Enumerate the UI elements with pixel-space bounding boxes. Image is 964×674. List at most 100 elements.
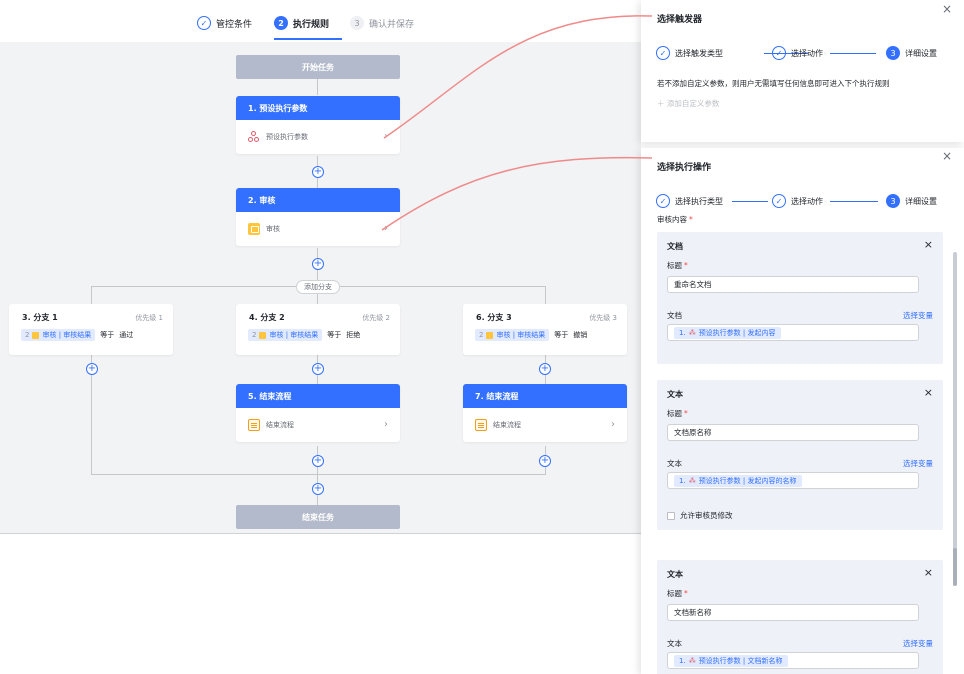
variable-input[interactable]: 1. ⁂ 预设执行参数 | 文档新名称 xyxy=(667,652,919,669)
node-body-label: 结束流程 xyxy=(493,421,521,429)
panel-steps: ✓ 选择执行类型 ✓ 选择动作 3 详细设置 xyxy=(656,194,946,210)
variable-tag[interactable]: 1. ⁂ 预设执行参数 | 发起内容 xyxy=(674,326,781,339)
node-body[interactable]: 预设执行参数 › xyxy=(236,120,400,154)
connector-line xyxy=(317,79,318,95)
add-node-button[interactable]: + xyxy=(312,258,324,270)
review-icon xyxy=(259,331,267,339)
select-variable-link[interactable]: 选择变量 xyxy=(903,310,933,321)
node-body-label: 审核 xyxy=(266,225,280,233)
step-bar: ✓ 管控条件 2 执行规则 3 确认并保存 xyxy=(192,0,442,42)
panel-step-1[interactable]: ✓ 选择触发类型 xyxy=(656,46,723,60)
close-icon[interactable]: × xyxy=(924,386,933,399)
review-icon xyxy=(248,223,260,235)
connector-line xyxy=(545,286,546,304)
panel-step-2[interactable]: ✓ 选择动作 xyxy=(772,194,823,208)
checkbox-box[interactable] xyxy=(667,511,675,520)
chevron-right-icon: › xyxy=(611,419,615,430)
panel-step-2[interactable]: ✓ 选择动作 xyxy=(772,46,823,60)
node-review[interactable]: 2. 审核 审核 › xyxy=(236,188,400,246)
step-label: 确认并保存 xyxy=(369,19,415,30)
add-node-button[interactable]: + xyxy=(312,455,324,467)
chevron-right-icon: › xyxy=(384,419,388,430)
field-label: 文本 xyxy=(667,639,682,648)
branch-card-1[interactable]: 3. 分支 1 优先级 1 2 审核 | 审核结果 等于 通过 xyxy=(9,304,173,355)
branch-card-3[interactable]: 6. 分支 3 优先级 3 2 审核 | 审核结果 等于 撤销 xyxy=(463,304,627,355)
field-label: 文本 xyxy=(667,459,682,468)
active-step-indicator xyxy=(274,38,342,40)
add-node-button[interactable]: + xyxy=(312,166,324,178)
node-body[interactable]: 审核 › xyxy=(236,212,400,246)
checkbox-label: 允许审核员修改 xyxy=(680,511,733,520)
select-variable-link[interactable]: 选择变量 xyxy=(903,638,933,649)
allow-modify-checkbox[interactable]: 允许审核员修改 xyxy=(667,510,733,521)
close-icon[interactable]: × xyxy=(942,149,952,163)
flow-canvas[interactable]: 开始任务 1. 预设执行参数 预设执行参数 › + 2. 审核 审核 › + 添… xyxy=(0,42,641,534)
node-preset-params[interactable]: 1. 预设执行参数 预设执行参数 › xyxy=(236,96,400,154)
branch-condition: 2 审核 | 审核结果 等于 拒绝 xyxy=(248,329,360,341)
node-body[interactable]: 结束流程 › xyxy=(236,408,400,442)
review-icon xyxy=(486,331,494,339)
condition-value: 拒绝 xyxy=(346,331,361,339)
variable-tag[interactable]: 1. ⁂ 预设执行参数 | 文档新名称 xyxy=(674,654,788,667)
check-icon: ✓ xyxy=(772,46,786,60)
panel-step-3[interactable]: 3 详细设置 xyxy=(886,194,937,208)
title-input[interactable]: 文档新名称 xyxy=(667,604,919,621)
panel-step-3[interactable]: 3 详细设置 xyxy=(886,46,937,60)
content-section-text-new: 文本 × 标题 * 文档新名称 文本 选择变量 1. ⁂ 预设执行参数 | 文档新名称 xyxy=(657,560,943,674)
title-input[interactable]: 文档原名称 xyxy=(667,424,919,441)
condition-variable-tag: 2 审核 | 审核结果 xyxy=(21,329,96,341)
step-confirm[interactable]: 3 确认并保存 xyxy=(350,14,414,32)
condition-operator: 等于 xyxy=(100,331,115,339)
section-type: 文档 xyxy=(667,242,683,251)
trigger-panel: 选择触发器 × ✓ 选择触发类型 ✓ 选择动作 3 详细设置 若不添加自定义参数，则用… xyxy=(641,0,964,142)
scrollbar-thumb[interactable] xyxy=(953,252,957,582)
add-node-button[interactable]: + xyxy=(312,363,324,375)
step-connector xyxy=(830,53,876,54)
chevron-right-icon: › xyxy=(384,131,388,142)
field-label: 文档 xyxy=(667,311,682,320)
panel-step-1[interactable]: ✓ 选择执行类型 xyxy=(656,194,723,208)
step-number: 3 xyxy=(350,16,364,30)
add-custom-param-button[interactable]: ＋ 添加自定义参数 xyxy=(657,98,719,109)
title-input[interactable]: 重命名文档 xyxy=(667,276,919,293)
scrollbar-thumb-lower[interactable] xyxy=(953,548,957,586)
check-icon: ✓ xyxy=(656,46,670,60)
section-type: 文本 xyxy=(667,390,683,399)
branch-condition: 2 审核 | 审核结果 等于 通过 xyxy=(21,329,133,341)
step-rules[interactable]: 2 执行规则 xyxy=(274,14,329,32)
branch-priority: 优先级 3 xyxy=(589,314,617,322)
branch-card-2[interactable]: 4. 分支 2 优先级 2 2 审核 | 审核结果 等于 拒绝 xyxy=(236,304,400,355)
step-connector xyxy=(830,201,878,202)
node-end-flow-5[interactable]: 5. 结束流程 结束流程 › xyxy=(236,384,400,442)
select-variable-link[interactable]: 选择变量 xyxy=(903,458,933,469)
condition-operator: 等于 xyxy=(327,331,342,339)
variable-tag[interactable]: 1. ⁂ 预设执行参数 | 发起内容的名称 xyxy=(674,474,802,487)
start-node[interactable]: 开始任务 xyxy=(236,55,400,79)
add-node-button[interactable]: + xyxy=(539,455,551,467)
close-icon[interactable]: × xyxy=(924,238,933,251)
section-type: 文本 xyxy=(667,570,683,579)
panel-hint: 若不添加自定义参数，则用户无需填写任何信息即可进入下个执行规则 xyxy=(657,79,890,88)
node-body[interactable]: 结束流程 › xyxy=(463,408,627,442)
close-icon[interactable]: × xyxy=(942,2,952,16)
close-icon[interactable]: × xyxy=(924,566,933,579)
variable-input[interactable]: 1. ⁂ 预设执行参数 | 发起内容 xyxy=(667,324,919,341)
branch-condition: 2 审核 | 审核结果 等于 撤销 xyxy=(475,329,587,341)
node-body-label: 结束流程 xyxy=(266,421,294,429)
add-node-button[interactable]: + xyxy=(539,363,551,375)
end-node[interactable]: 结束任务 xyxy=(236,505,400,529)
connector-line xyxy=(317,248,318,304)
branch-title: 4. 分支 2 xyxy=(249,313,285,322)
node-title: 7. 结束流程 xyxy=(463,384,627,408)
step-connector xyxy=(732,201,768,202)
add-node-button[interactable]: + xyxy=(312,483,324,495)
webhook-icon: ⁂ xyxy=(688,476,696,485)
step-conditions[interactable]: ✓ 管控条件 xyxy=(197,14,252,32)
node-end-flow-7[interactable]: 7. 结束流程 结束流程 › xyxy=(463,384,627,442)
variable-input[interactable]: 1. ⁂ 预设执行参数 | 发起内容的名称 xyxy=(667,472,919,489)
add-branch-button[interactable]: 添加分支 xyxy=(296,280,340,294)
node-title: 5. 结束流程 xyxy=(236,384,400,408)
condition-value: 撤销 xyxy=(573,331,588,339)
step-label: 执行规则 xyxy=(293,19,330,30)
add-node-button[interactable]: + xyxy=(86,363,98,375)
